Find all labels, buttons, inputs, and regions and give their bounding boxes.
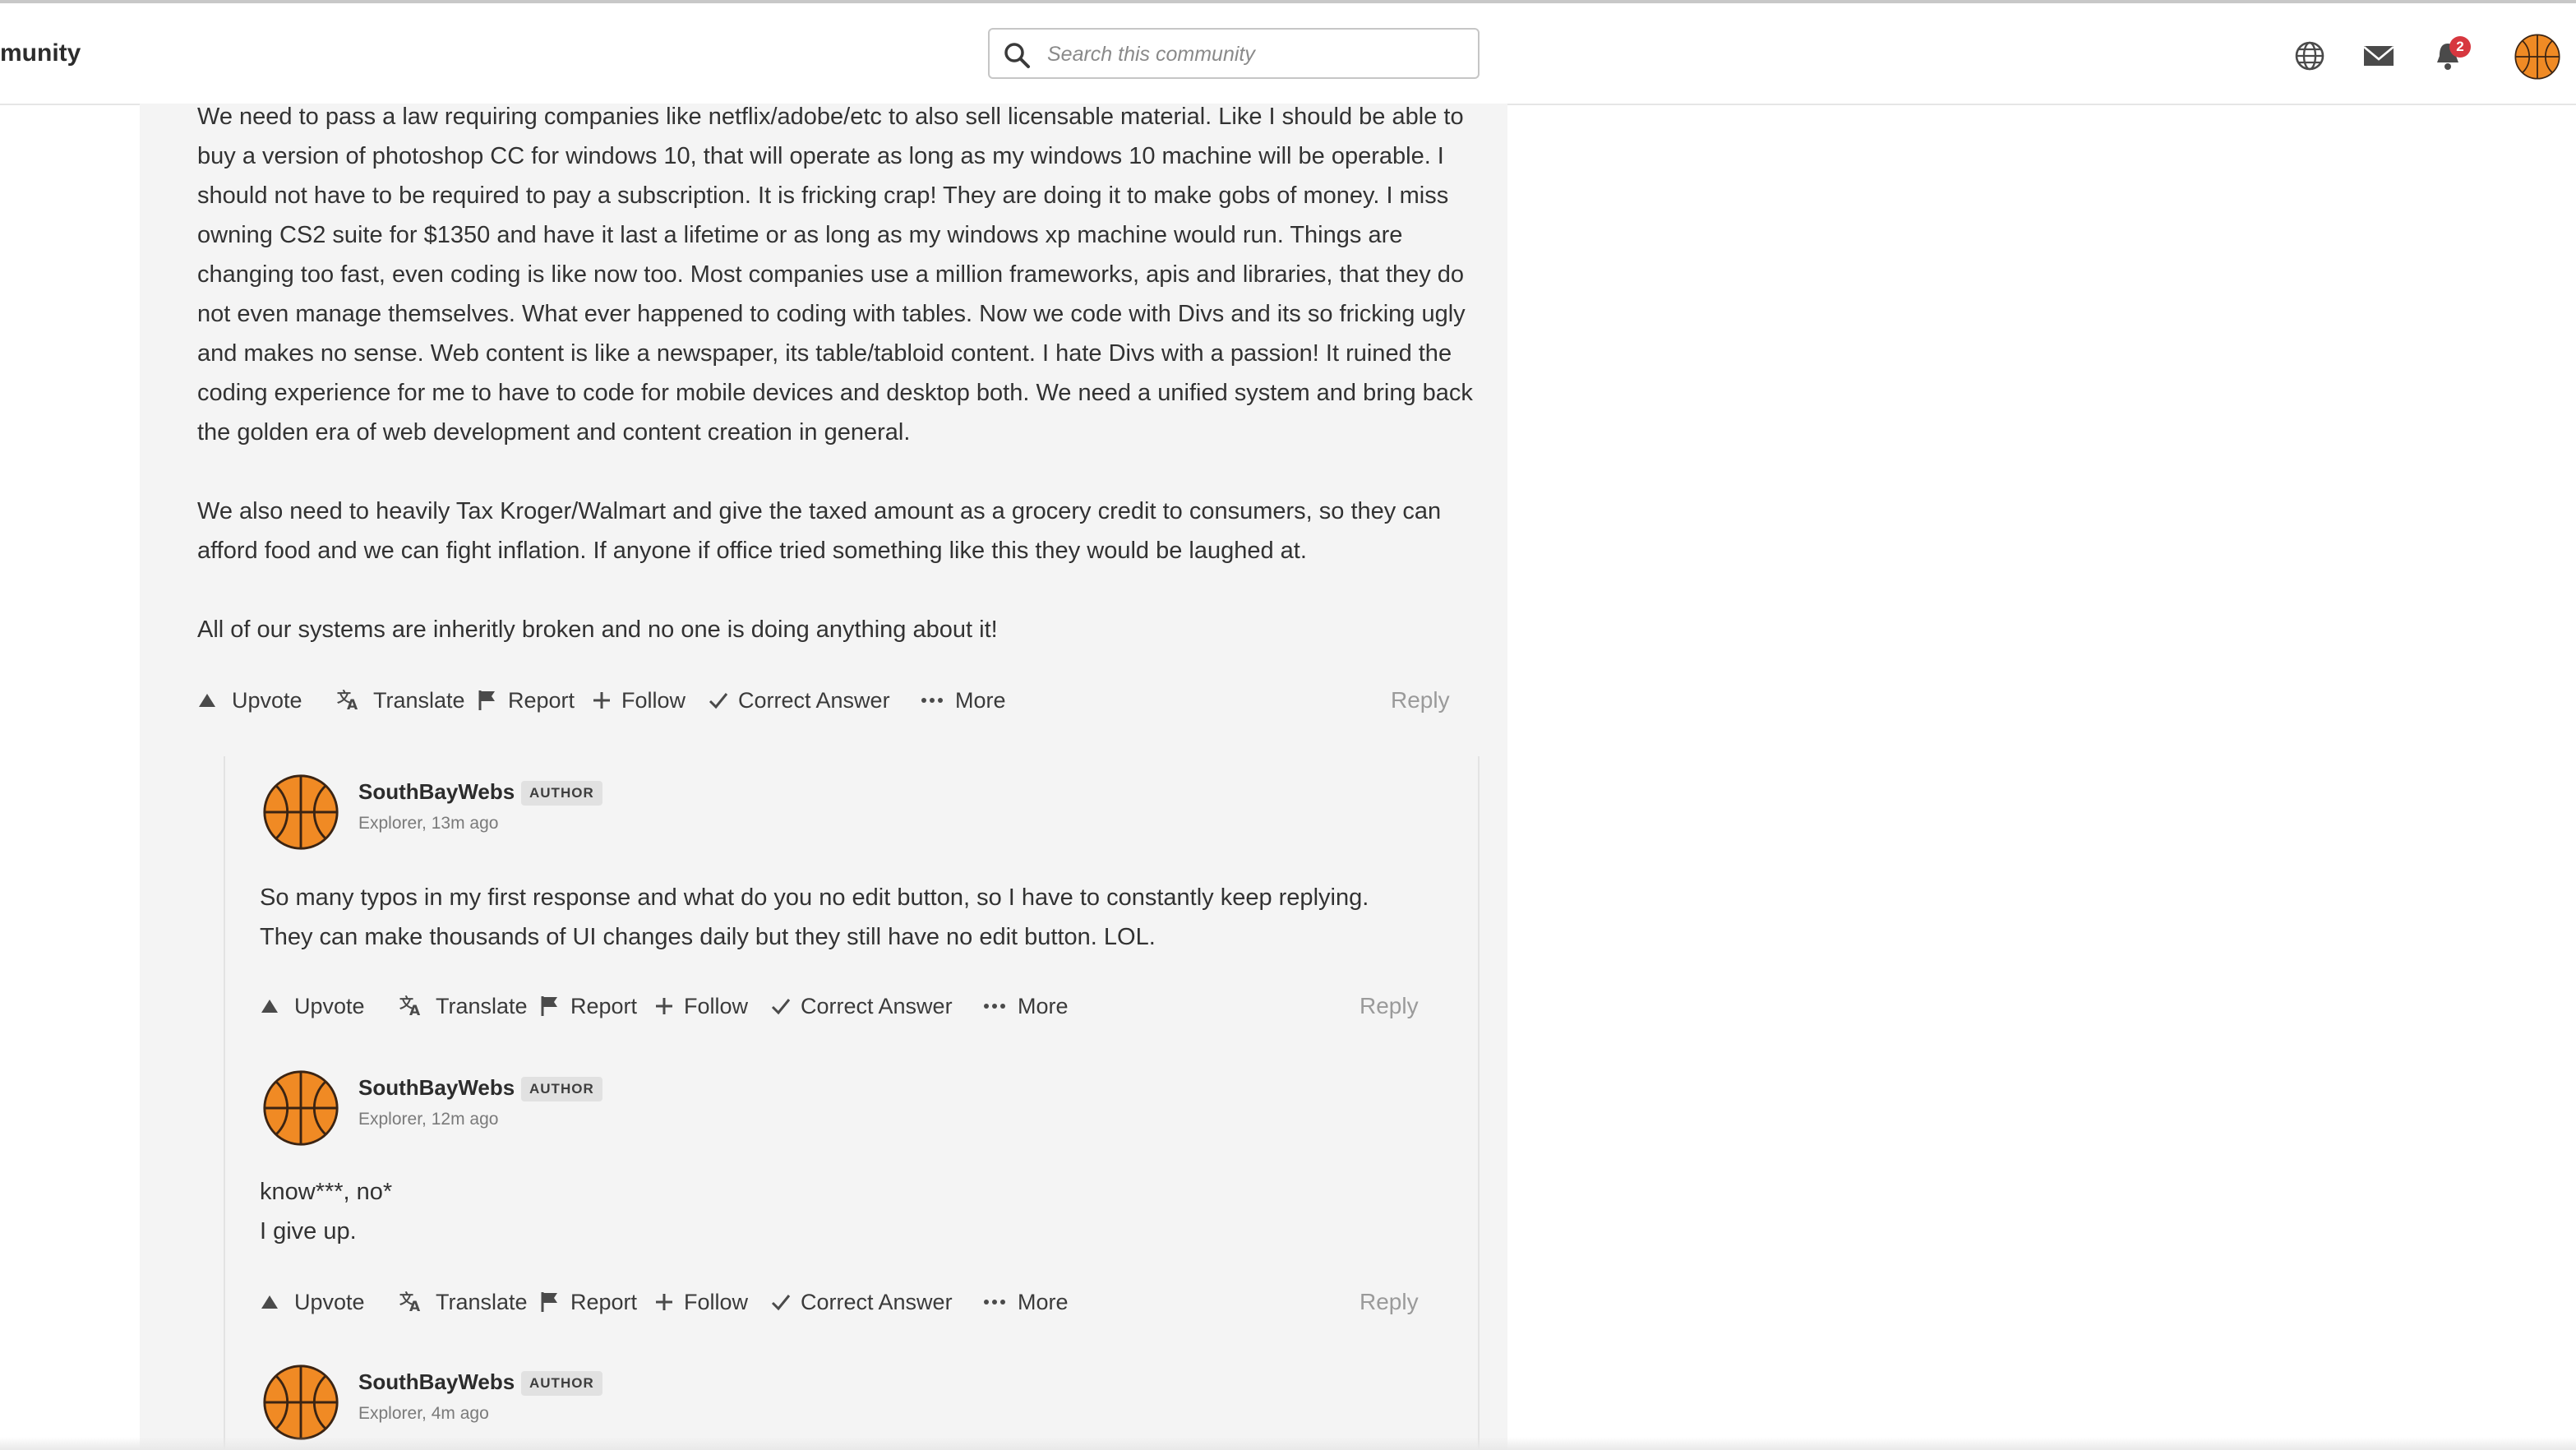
reply-action-bar: Upvote Translate Report Follow Correct A… [260,1282,1452,1322]
post-paragraph: We also need to heavily Tax Kroger/Walma… [197,498,1442,564]
check-icon [771,998,791,1014]
reply-line: know***, no* [260,1179,393,1205]
translate-button[interactable]: Translate [399,1282,528,1322]
check-icon [771,1294,791,1310]
author-rank-and-time: Explorer, 12m ago [358,1110,499,1129]
upvote-button[interactable]: Upvote [197,681,302,720]
post-action-bar: Upvote Translate Report Follow Correct A… [197,681,1463,720]
more-icon [921,698,943,703]
correct-answer-button[interactable]: Correct Answer [771,986,953,1026]
search-input[interactable] [1047,36,1458,72]
flag-icon [478,689,496,712]
author-badge: AUTHOR [521,1371,602,1396]
upvote-icon [199,694,215,707]
post-paragraph: All of our systems are inheritly broken … [197,616,998,643]
author-avatar[interactable] [261,1069,340,1148]
reply-thread: SouthBayWebs AUTHOR Explorer, 13m ago So… [224,756,1480,1450]
author-name[interactable]: SouthBayWebs [358,779,515,805]
translate-button[interactable]: Translate [337,681,465,720]
globe-icon[interactable] [2293,39,2326,72]
translate-icon [399,1291,421,1314]
more-icon [984,1300,1005,1305]
upvote-button[interactable]: Upvote [260,1282,365,1322]
report-button[interactable]: Report [477,681,575,720]
follow-button[interactable]: Follow [654,1282,748,1322]
author-badge: AUTHOR [521,781,602,806]
reply-body: So many typos in my first response and w… [260,878,1443,957]
post-body: We need to pass a law requiring companie… [197,97,1496,689]
translate-icon [399,995,421,1018]
translate-icon [337,689,358,713]
more-button[interactable]: More [983,986,1069,1026]
reply-button[interactable]: Reply [1391,681,1450,720]
report-button[interactable]: Report [539,1282,637,1322]
search-box[interactable] [988,28,1480,79]
more-button[interactable]: More [921,681,1006,720]
reply-line: They can make thousands of UI changes da… [260,924,1156,950]
follow-button[interactable]: Follow [592,681,686,720]
reply-line: I give up. [260,1218,357,1245]
correct-answer-button[interactable]: Correct Answer [771,1282,953,1322]
flag-icon [541,995,559,1018]
author-name[interactable]: SouthBayWebs [358,1075,515,1101]
correct-answer-button[interactable]: Correct Answer [709,681,890,720]
reply-body: know***, no* I give up. [260,1172,1443,1251]
follow-button[interactable]: Follow [654,986,748,1026]
post-paragraph: We need to pass a law requiring companie… [197,104,1473,446]
flag-icon [541,1291,559,1314]
upvote-icon [261,1295,278,1309]
plus-icon [654,996,674,1016]
search-icon[interactable] [1003,41,1031,69]
user-avatar[interactable] [2514,33,2561,81]
report-button[interactable]: Report [539,986,637,1026]
author-rank-and-time: Explorer, 4m ago [358,1404,489,1423]
author-rank-and-time: Explorer, 13m ago [358,814,499,833]
reply-button[interactable]: Reply [1360,1282,1419,1322]
community-brand-title[interactable]: munity [0,39,81,67]
check-icon [709,692,728,709]
notification-count-badge: 2 [2449,36,2471,58]
plus-icon [592,690,612,710]
author-avatar[interactable] [261,1363,340,1442]
reply-button[interactable]: Reply [1360,986,1419,1026]
bottom-edge-shadow [0,1437,2576,1450]
author-name[interactable]: SouthBayWebs [358,1369,515,1395]
top-navigation-bar: munity 2 [0,3,2576,105]
more-button[interactable]: More [983,1282,1069,1322]
reply-line: So many typos in my first response and w… [260,884,1369,911]
upvote-button[interactable]: Upvote [260,986,365,1026]
upvote-icon [261,1000,278,1013]
author-badge: AUTHOR [521,1077,602,1101]
reply-action-bar: Upvote Translate Report Follow Correct A… [260,986,1452,1026]
envelope-icon[interactable] [2362,39,2395,72]
author-avatar[interactable] [261,773,340,852]
more-icon [984,1004,1005,1009]
translate-button[interactable]: Translate [399,986,528,1026]
plus-icon [654,1292,674,1312]
